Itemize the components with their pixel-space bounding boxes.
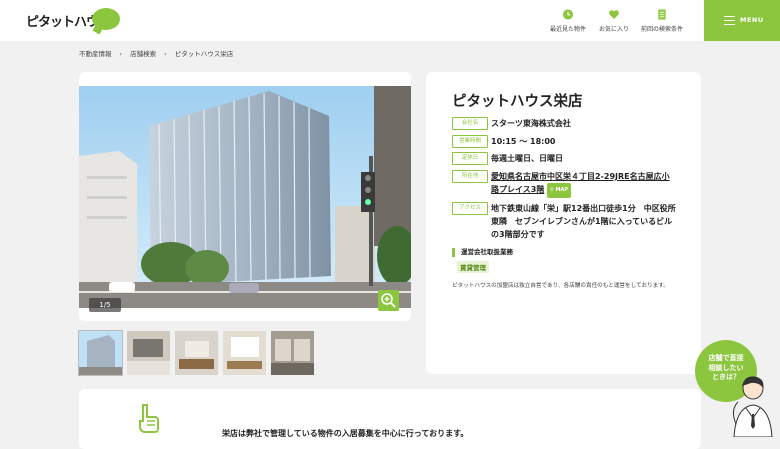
nav-favorites[interactable]: お気に入り [599, 9, 629, 33]
nav-label: 最近見た物件 [550, 26, 587, 33]
thumbnail[interactable] [271, 331, 314, 375]
info-value: 愛知県名古屋市中区栄４丁目2-29JRE名古屋広小路プレイス3階 ⚲ MAP [491, 170, 677, 198]
shop-name: ピタットハウス栄店 [452, 94, 583, 110]
info-tag: 所在地 [452, 170, 488, 183]
zoom-in-icon [381, 293, 396, 308]
nav-label: 前回の検索条件 [641, 26, 684, 33]
photo-counter: 1/5 [89, 298, 121, 312]
nav-label: お気に入り [599, 26, 630, 33]
thumbnail[interactable] [175, 331, 218, 375]
hamburger-icon [724, 16, 735, 28]
info-tag: アクセス [452, 202, 488, 215]
staff-illustration [732, 376, 773, 437]
map-label: MAP [555, 187, 569, 193]
menu-label: MENU [740, 16, 764, 24]
info-value: 毎週土曜日、日曜日 [491, 154, 563, 163]
zoom-button[interactable] [378, 290, 399, 311]
breadcrumb-separator: › [119, 50, 123, 58]
main-photo[interactable] [79, 86, 411, 308]
breadcrumb-item[interactable]: 店舗検索 [130, 50, 156, 58]
gallery-card: 1/5 [79, 72, 411, 321]
breadcrumb: 不動産情報 › 店舗検索 › ピタットハウス栄店 [79, 48, 233, 58]
breadcrumb-current: ピタットハウス栄店 [174, 50, 234, 58]
nav-last-search[interactable]: 前回の検索条件 [641, 9, 683, 33]
pointing-hand-icon [139, 404, 159, 433]
document-icon [658, 9, 666, 20]
info-value: 地下鉄東山線「栄」駅12番出口徒歩1分 中区役所東隣 セブンイレブンさんが1階に… [491, 204, 676, 239]
breadcrumb-separator: › [164, 50, 167, 58]
info-value: スターツ東海株式会社 [491, 119, 571, 128]
shop-info-card: ピタットハウス栄店 会社名 スターツ東海株式会社 営業時間 10:15 〜 18… [426, 72, 701, 374]
consult-line: 店舗で直接 [708, 354, 744, 362]
breadcrumb-item[interactable]: 不動産情報 [79, 50, 112, 58]
info-tag: 定休日 [452, 152, 488, 165]
intro-section: 栄店は弊社で管理している物件の入居募集を中心に行っております。 [79, 389, 701, 449]
thumbnail[interactable] [127, 331, 170, 375]
consult-line: 相談したい [708, 363, 744, 372]
clock-icon [562, 9, 574, 20]
menu-button[interactable]: MENU [704, 0, 780, 41]
info-tag: 営業時間 [452, 135, 488, 148]
address-link[interactable]: 愛知県名古屋市中区栄４丁目2-29JRE名古屋広小路プレイス3階 [491, 172, 670, 194]
info-value: 10:15 〜 18:00 [491, 137, 556, 146]
logo-bubble-icon [92, 8, 120, 30]
business-heading: 運営会社取扱業務 [452, 248, 513, 257]
business-item-badge: 賃貸管理 [457, 261, 489, 273]
intro-text: 栄店は弊社で管理している物件の入居募集を中心に行っております。 [222, 429, 469, 438]
thumbnail[interactable] [223, 331, 266, 375]
franchise-note: ピタットハウスの加盟店は独立自営であり、各店舗の責任のもと運営をしております。 [452, 283, 669, 289]
nav-recently-viewed[interactable]: 最近見た物件 [550, 9, 586, 33]
site-header: ピタットハウス 最近見た物件 お気に入り 前回の検索条件 MENU [0, 0, 780, 41]
heart-icon [609, 10, 619, 20]
map-button[interactable]: ⚲ MAP [547, 183, 572, 198]
info-tag: 会社名 [452, 117, 488, 130]
thumbnail[interactable] [78, 330, 123, 376]
